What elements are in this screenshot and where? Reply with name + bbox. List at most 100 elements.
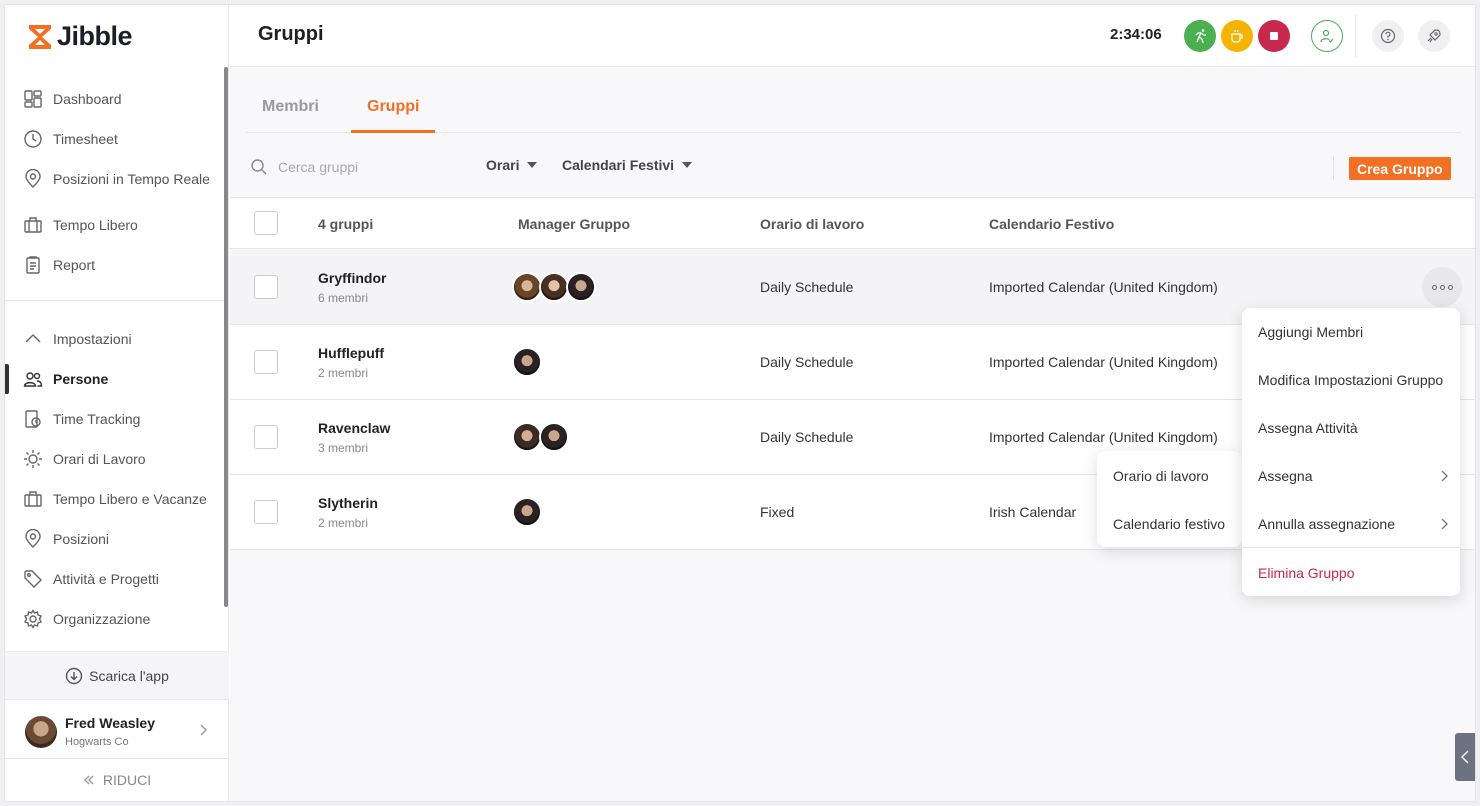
sidebar-item-report[interactable]: Report [23, 255, 213, 275]
work-schedule-icon [23, 449, 43, 469]
sidebar-item-time-off-holidays[interactable]: Tempo Libero e Vacanze [23, 489, 213, 509]
sidebar-item-dashboard[interactable]: Dashboard [23, 89, 213, 109]
sidebar-item-label: Timesheet [53, 131, 118, 147]
group-name[interactable]: Hufflepuff [318, 345, 384, 361]
create-group-button[interactable]: Crea Gruppo [1349, 157, 1451, 180]
avatar[interactable] [512, 272, 542, 302]
group-member-count: 3 membri [318, 441, 369, 455]
assign-submenu: Orario di lavoro Calendario festivo [1097, 451, 1242, 547]
avatar[interactable] [512, 347, 542, 377]
sidebar-item-label: Persone [53, 371, 109, 387]
avatar [25, 716, 57, 748]
gear-icon [23, 609, 43, 629]
sidebar-item-label: Attività e Progetti [53, 571, 159, 587]
group-member-count: 2 membri [318, 516, 369, 530]
select-all-checkbox[interactable] [254, 211, 278, 235]
tab-members[interactable]: Membri [262, 98, 319, 116]
manager-avatars [512, 272, 596, 302]
toolbar: Orari Calendari Festivi Crea Gruppo [230, 134, 1475, 198]
jibble-logo-icon [29, 24, 51, 49]
table-header: 4 gruppi Manager Gruppo Orario di lavoro… [230, 199, 1475, 249]
sidebar-item-people[interactable]: Persone [23, 369, 213, 389]
holiday-calendars-filter[interactable]: Calendari Festivi [562, 157, 693, 173]
row-more-button[interactable] [1422, 267, 1462, 307]
avatar[interactable] [512, 497, 542, 527]
sidebar-item-live-locations[interactable]: Posizioni in Tempo Reale [23, 169, 213, 189]
menu-add-members[interactable]: Aggiungi Membri [1258, 324, 1363, 340]
group-schedule: Daily Schedule [760, 429, 854, 445]
submenu-work-schedule[interactable]: Orario di lavoro [1113, 468, 1209, 484]
sidebar-item-label: Orari di Lavoro [53, 451, 146, 467]
sidebar-item-time-off[interactable]: Tempo Libero [23, 215, 213, 235]
group-schedule: Fixed [760, 504, 795, 520]
sidebar-item-label: Posizioni [53, 531, 110, 547]
download-icon [65, 667, 83, 684]
setup-button[interactable] [1418, 20, 1450, 52]
sidebar-item-timesheet[interactable]: Timesheet [23, 129, 213, 149]
stop-timer-button[interactable] [1258, 20, 1290, 52]
break-button[interactable] [1221, 20, 1253, 52]
row-checkbox[interactable] [254, 500, 278, 524]
active-tab-indicator [351, 130, 435, 133]
sidebar-scrollbar[interactable] [224, 67, 228, 607]
sidebar-item-label: Tempo Libero [53, 217, 138, 233]
group-name[interactable]: Gryffindor [318, 270, 386, 286]
collapse-sidebar-button[interactable]: RIDUCI [5, 759, 229, 801]
menu-unassign[interactable]: Annulla assegnazione [1258, 516, 1395, 532]
row-checkbox[interactable] [254, 275, 278, 299]
coffee-icon [1231, 30, 1243, 43]
manager-avatars [512, 422, 569, 452]
group-calendar: Irish Calendar [989, 504, 1077, 520]
side-panel-toggle[interactable] [1455, 733, 1475, 781]
header-work-schedule: Orario di lavoro [760, 216, 865, 232]
running-icon [1195, 29, 1206, 44]
toolbar-divider [1333, 156, 1334, 180]
menu-assign[interactable]: Assegna [1258, 468, 1312, 484]
group-name[interactable]: Slytherin [318, 495, 378, 511]
row-checkbox[interactable] [254, 350, 278, 374]
menu-delete-group[interactable]: Elimina Gruppo [1258, 565, 1355, 581]
sidebar-settings-label: Impostazioni [53, 331, 132, 347]
schedules-filter[interactable]: Orari [486, 157, 538, 173]
row-checkbox[interactable] [254, 425, 278, 449]
rocket-icon [1427, 29, 1441, 43]
sidebar-item-time-tracking[interactable]: Time Tracking [23, 409, 213, 429]
sidebar-item-label: Tempo Libero e Vacanze [53, 491, 207, 507]
user-check-icon [1320, 29, 1334, 43]
holiday-calendars-filter-label: Calendari Festivi [562, 157, 675, 173]
sidebar: Jibble Dashboard Timesheet Posizioni in … [5, 5, 229, 801]
group-name[interactable]: Ravenclaw [318, 420, 390, 436]
report-icon [23, 255, 43, 275]
tab-groups[interactable]: Gruppi [367, 98, 419, 116]
clock-icon [23, 129, 43, 149]
jibble-logo[interactable]: Jibble [27, 21, 133, 52]
tag-icon [23, 569, 43, 589]
timer-display: 2:34:06 [1110, 26, 1162, 43]
sidebar-item-organization[interactable]: Organizzazione [23, 609, 213, 629]
submenu-holiday-calendar[interactable]: Calendario festivo [1113, 516, 1225, 532]
menu-assign-activities[interactable]: Assegna Attività [1258, 420, 1358, 436]
sidebar-settings-toggle[interactable]: Impostazioni [23, 329, 213, 349]
sidebar-nav: Dashboard Timesheet Posizioni in Tempo R… [5, 67, 229, 651]
help-icon [1380, 28, 1396, 44]
start-timer-button[interactable] [1184, 20, 1216, 52]
avatar[interactable] [566, 272, 596, 302]
download-app-button[interactable]: Scarica l'app [5, 651, 229, 699]
user-profile[interactable]: Fred Weasley Hogwarts Co [5, 699, 229, 759]
people-icon [23, 369, 43, 389]
search-input[interactable] [278, 154, 458, 180]
sidebar-item-activities-projects[interactable]: Attività e Progetti [23, 569, 213, 589]
help-button[interactable] [1372, 20, 1404, 52]
group-schedule: Daily Schedule [760, 354, 854, 370]
avatar[interactable] [512, 422, 542, 452]
avatar[interactable] [539, 272, 569, 302]
sidebar-item-locations[interactable]: Posizioni [23, 529, 213, 549]
caret-down-icon [682, 162, 693, 168]
menu-edit-group-settings[interactable]: Modifica Impostazioni Gruppo [1258, 372, 1443, 388]
sidebar-item-work-schedules[interactable]: Orari di Lavoro [23, 449, 213, 469]
avatar[interactable] [539, 422, 569, 452]
header-group-manager: Manager Gruppo [518, 216, 631, 232]
location-pin-icon [23, 529, 43, 549]
sidebar-item-label: Time Tracking [53, 411, 141, 427]
clock-in-user-button[interactable] [1311, 20, 1343, 52]
